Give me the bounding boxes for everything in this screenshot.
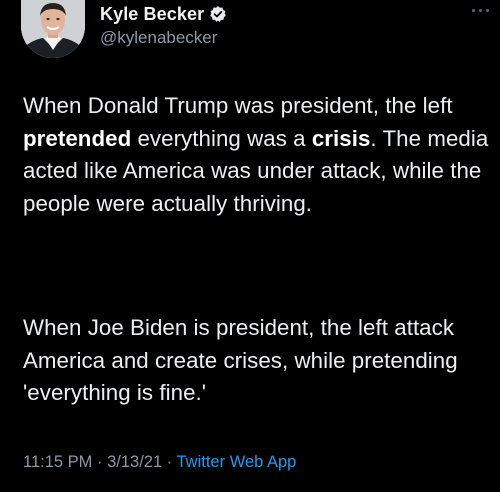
tweet-text-paragraph-1: When Donald Trump was president, the lef… bbox=[23, 90, 493, 220]
verified-badge-icon bbox=[210, 6, 226, 22]
tweet-text-paragraph-2: When Joe Biden is president, the left at… bbox=[23, 315, 458, 405]
tweet-card: Kyle Becker @kylenabecker When Donald Tr… bbox=[0, 0, 500, 492]
profile-photo bbox=[21, 0, 85, 58]
author-handle[interactable]: @kylenabecker bbox=[100, 28, 217, 48]
tweet-text-segment: When Donald Trump was president, the lef… bbox=[23, 93, 453, 118]
tweet-source-link[interactable]: Twitter Web App bbox=[177, 453, 297, 471]
tweet-text-bold: pretended bbox=[23, 125, 132, 151]
tweet-date[interactable]: 3/13/21 bbox=[107, 453, 162, 471]
avatar[interactable] bbox=[21, 0, 85, 58]
more-options-icon[interactable] bbox=[470, 6, 492, 16]
author-display-name[interactable]: Kyle Becker bbox=[100, 4, 204, 25]
author-name-row[interactable]: Kyle Becker bbox=[100, 3, 227, 25]
tweet-text-bold: crisis bbox=[311, 125, 371, 151]
tweet-metadata: 11:15 PM · 3/13/21 · Twitter Web App bbox=[23, 453, 296, 472]
meta-separator: · bbox=[162, 453, 177, 471]
tweet-text-segment: everything was a bbox=[131, 125, 312, 151]
tweet-time[interactable]: 11:15 PM bbox=[23, 453, 92, 471]
meta-separator: · bbox=[92, 453, 108, 471]
